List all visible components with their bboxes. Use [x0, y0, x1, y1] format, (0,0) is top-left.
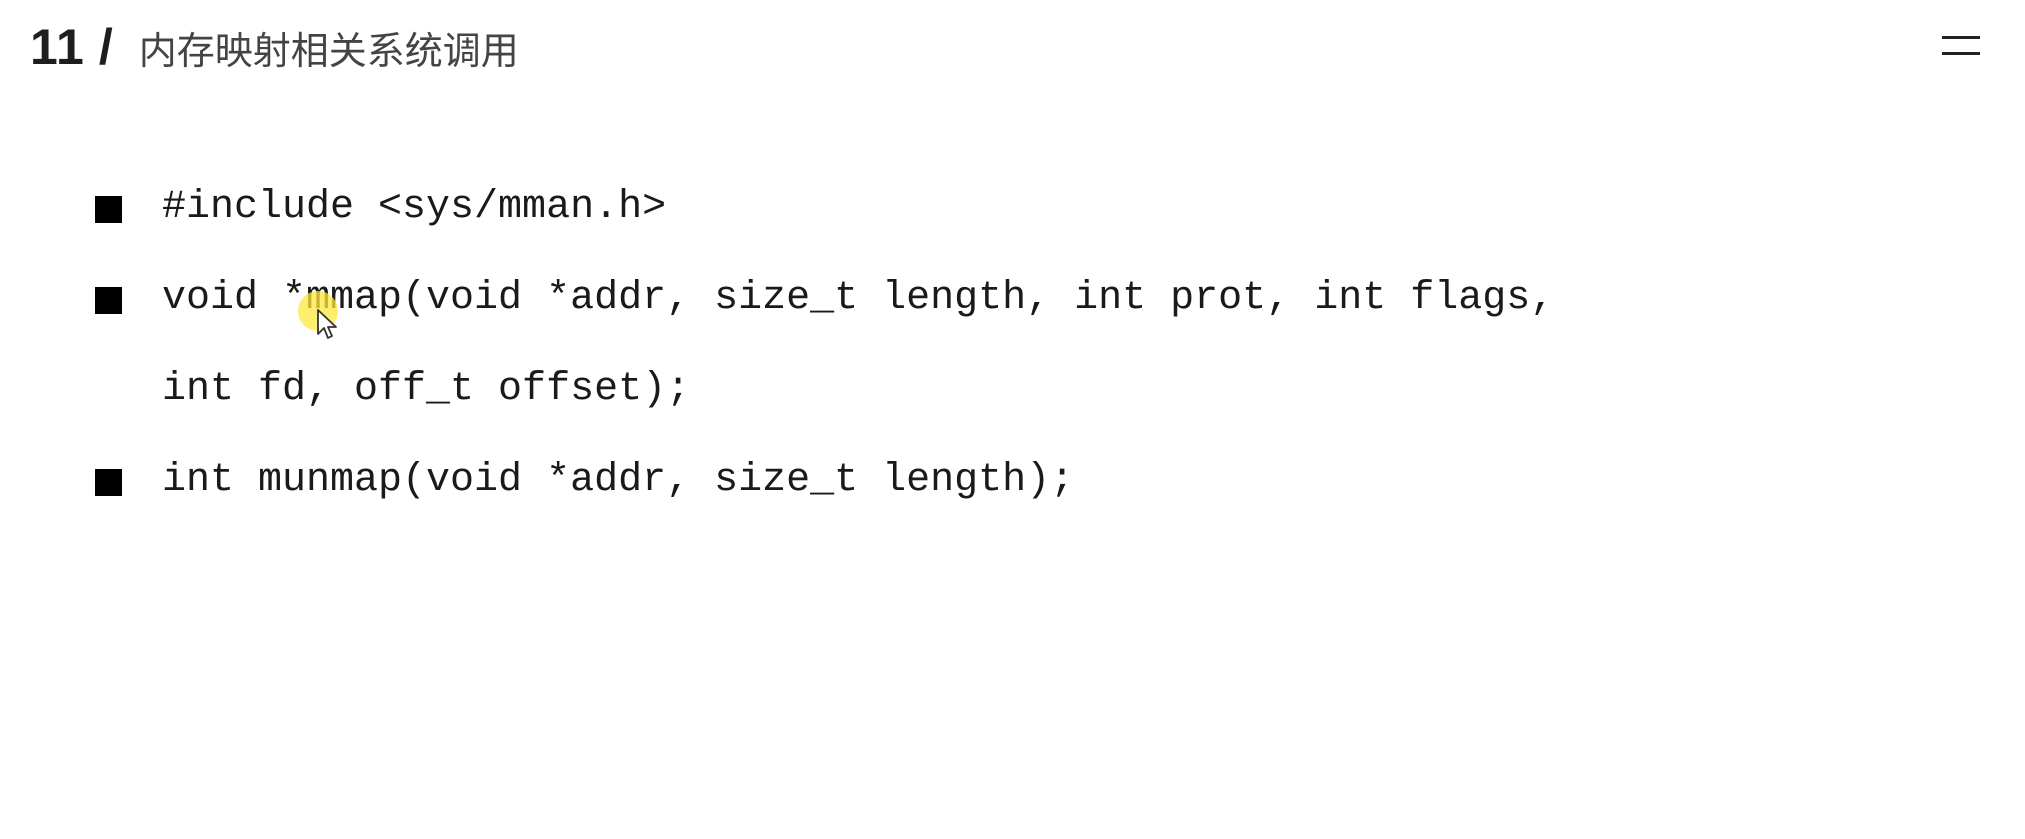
- bullet-square-icon: [95, 287, 122, 314]
- menu-icon[interactable]: [1942, 36, 1982, 60]
- bullet-item-munmap: int munmap(void *addr, size_t length);: [95, 443, 1975, 534]
- menu-icon-bar-bottom: [1942, 52, 1980, 55]
- bullet-item-mmap-continued: int fd, off_t offset);: [95, 352, 1975, 443]
- menu-icon-bar-top: [1942, 36, 1980, 39]
- slide-body: #include <sys/mman.h> void *mmap(void *a…: [95, 170, 1975, 534]
- bullet-square-icon: [95, 196, 122, 223]
- slide-header: 11 / 内存映射相关系统调用: [30, 18, 519, 88]
- slide-number: 11: [30, 19, 85, 75]
- mouse-pointer-icon: [317, 309, 337, 339]
- code-line-mmap-signature: void *mmap(void *addr, size_t length, in…: [162, 276, 1555, 321]
- code-line-include: #include <sys/mman.h>: [162, 185, 667, 230]
- slide-title: 内存映射相关系统调用: [138, 29, 519, 73]
- bullet-square-icon: [95, 469, 122, 496]
- bullet-item-mmap: void *mmap(void *addr, size_t length, in…: [95, 261, 1975, 352]
- bullet-item-include: #include <sys/mman.h>: [95, 170, 1975, 261]
- code-line-munmap: int munmap(void *addr, size_t length);: [162, 458, 1075, 503]
- slide-number-separator: /: [98, 19, 113, 75]
- code-line-mmap-params: int fd, off_t offset);: [162, 367, 691, 412]
